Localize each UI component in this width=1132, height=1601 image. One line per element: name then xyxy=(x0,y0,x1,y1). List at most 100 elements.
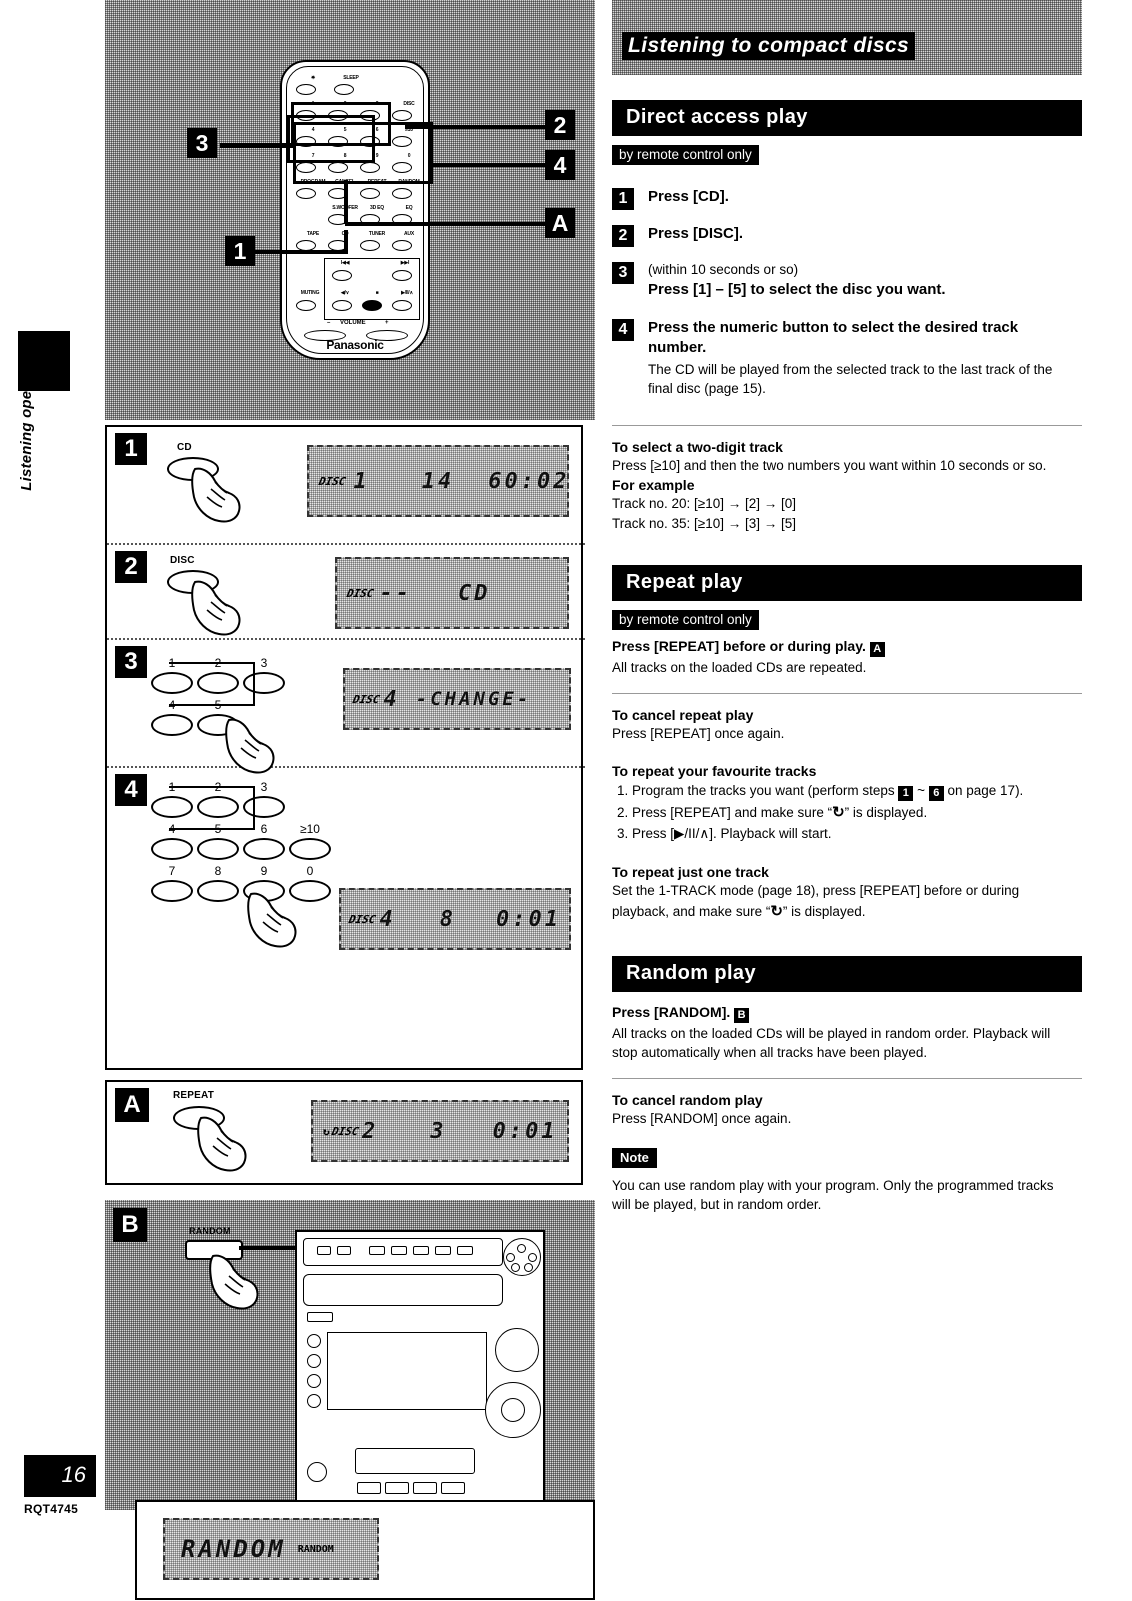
divider xyxy=(612,1078,1082,1080)
hand-pointer-icon xyxy=(197,1116,247,1172)
stereo-tape-button-4[interactable] xyxy=(441,1482,465,1494)
remote-repeat-button[interactable] xyxy=(360,188,380,199)
step-4-key-8-label: 8 xyxy=(214,864,222,878)
fav-step-2-text-a: Press [REPEAT] and make sure “ xyxy=(632,804,833,820)
remote-disc-button[interactable] xyxy=(392,110,412,121)
stereo-tape-button-2[interactable] xyxy=(385,1482,409,1494)
panel-a-track-value: 3 xyxy=(430,1118,447,1144)
stereo-top-button-5[interactable] xyxy=(413,1246,429,1255)
section-heading-random: Random play xyxy=(612,955,1082,992)
stereo-display-window xyxy=(327,1332,487,1410)
stereo-system xyxy=(295,1230,545,1510)
stereo-side-button-1[interactable] xyxy=(307,1334,321,1348)
remote-skip-fwd-button[interactable] xyxy=(392,270,412,281)
stereo-disc-dot-1 xyxy=(517,1244,526,1253)
remote-power-button[interactable] xyxy=(296,84,316,95)
repeat-favourite-step-2: Press [REPEAT] and make sure “↻” is disp… xyxy=(632,802,1082,825)
step-4-disc-value: 4 xyxy=(379,906,396,932)
remote-tuner-button[interactable] xyxy=(360,240,380,251)
stereo-headphone-jack[interactable] xyxy=(307,1462,327,1482)
step-4-key-over10[interactable] xyxy=(289,838,331,860)
stereo-cassette-door[interactable] xyxy=(355,1448,475,1474)
step-4-key-8[interactable] xyxy=(197,880,239,902)
step-3-key-2[interactable] xyxy=(197,672,239,694)
disc-indicator-icon: DISC xyxy=(351,692,381,706)
disc-indicator-icon: DISC xyxy=(330,1124,360,1138)
remote-skip-fwd-label: ▶▶I xyxy=(400,260,410,266)
step-4-number: 4 xyxy=(115,774,147,806)
step-4-display: DISC 4 8 0:01 xyxy=(339,888,571,950)
step-illustrations-box: 1 CD DISC 1 14 60:02 2 DISC DISC -- CD 3… xyxy=(105,425,585,1070)
stereo-disc-dot-3 xyxy=(528,1253,537,1262)
step-2-badge: 2 xyxy=(612,225,634,247)
step-4-key-2[interactable] xyxy=(197,796,239,818)
remote-stop-button[interactable] xyxy=(362,300,382,311)
step-illustration-3: 3 1 2 3 4 5 xyxy=(107,640,585,774)
stereo-tape-button-3[interactable] xyxy=(413,1482,437,1494)
step-1-disc-value: 1 xyxy=(353,468,370,494)
step-4-key-6[interactable] xyxy=(243,838,285,860)
panel-a: A REPEAT ↻ DISC 2 3 0:01 xyxy=(105,1080,583,1185)
step-2-number: 2 xyxy=(115,551,147,583)
step-1-button-label: CD xyxy=(177,442,192,453)
step-2-button-label: DISC xyxy=(170,555,195,566)
repeat-cancel-body: Press [REPEAT] once again. xyxy=(612,726,785,742)
stereo-top-button-6[interactable] xyxy=(435,1246,451,1255)
step-4-key-7[interactable] xyxy=(151,880,193,902)
step-4-key-4[interactable] xyxy=(151,838,193,860)
remote-play-button[interactable] xyxy=(392,300,412,311)
repeat-indicator-icon: ↻ xyxy=(323,1124,330,1138)
step-2-text: Press [DISC]. xyxy=(648,225,744,242)
step-4-key-over10-label: ≥10 xyxy=(300,822,320,836)
leader-line-2 xyxy=(405,125,545,129)
remote-program-button[interactable] xyxy=(296,188,316,199)
remote-skip-back-button[interactable] xyxy=(332,270,352,281)
step-3-key-4[interactable] xyxy=(151,714,193,736)
stereo-volume-knob[interactable] xyxy=(495,1328,539,1372)
callout-1: 1 xyxy=(225,236,255,266)
step-4-text: Press the numeric button to select the d… xyxy=(648,318,1019,357)
stereo-cd-tray[interactable] xyxy=(303,1274,503,1306)
remote-muting-button[interactable] xyxy=(296,300,316,311)
remote-sleep-button[interactable] xyxy=(334,84,354,95)
fav-step-1-badge-1: 1 xyxy=(898,786,914,802)
stereo-eject-button[interactable] xyxy=(307,1312,333,1322)
step-3-key-1[interactable] xyxy=(151,672,193,694)
step-1-display: DISC 1 14 60:02 xyxy=(307,445,569,517)
callout-2: 2 xyxy=(545,110,575,140)
remote-random-button[interactable] xyxy=(392,188,412,199)
stereo-top-button-3[interactable] xyxy=(369,1246,385,1255)
stereo-tape-button-1[interactable] xyxy=(357,1482,381,1494)
remote-skip-back-label: I◀◀ xyxy=(340,260,350,266)
step-4-key-1[interactable] xyxy=(151,796,193,818)
panel-a-disc-value: 2 xyxy=(362,1118,379,1144)
step-2-display: DISC -- CD xyxy=(335,557,569,629)
panel-c-display: RANDOM RANDOM xyxy=(163,1518,379,1580)
for-example-heading: For example xyxy=(612,476,695,493)
stereo-side-button-2[interactable] xyxy=(307,1354,321,1368)
step-3-range-line-bottom xyxy=(169,704,255,706)
stereo-top-button-7[interactable] xyxy=(457,1246,473,1255)
fav-step-1-post: on page 17). xyxy=(943,783,1024,799)
repeat-favourite-list: Program the tracks you want (perform ste… xyxy=(612,781,1082,844)
step-4-key-3[interactable] xyxy=(243,796,285,818)
step-4-key-5[interactable] xyxy=(197,838,239,860)
stereo-top-button-4[interactable] xyxy=(391,1246,407,1255)
step-3-key-3[interactable] xyxy=(243,672,285,694)
two-digit-heading: To select a two-digit track xyxy=(612,438,783,455)
volume-plus-label: + xyxy=(385,320,389,326)
step-4-key-0-label: 0 xyxy=(306,864,314,878)
stereo-top-button-1[interactable] xyxy=(317,1246,331,1255)
step-2: 2 Press [DISC]. xyxy=(612,224,1082,247)
random-cancel-body: Press [RANDOM] once again. xyxy=(612,1111,792,1127)
stereo-side-button-4[interactable] xyxy=(307,1394,321,1408)
step-3-message: -CHANGE- xyxy=(415,688,532,710)
remote-aux-button[interactable] xyxy=(392,240,412,251)
stereo-top-button-2[interactable] xyxy=(337,1246,351,1255)
repeat-one-track-heading: To repeat just one track xyxy=(612,864,769,881)
stereo-side-button-3[interactable] xyxy=(307,1374,321,1388)
divider xyxy=(612,424,1082,426)
step-illustration-2: 2 DISC DISC -- CD xyxy=(107,545,585,640)
fav-step-3-text: Press [▶/II/∧]. Playback will start. xyxy=(632,826,832,842)
remote-down-button[interactable] xyxy=(332,300,352,311)
